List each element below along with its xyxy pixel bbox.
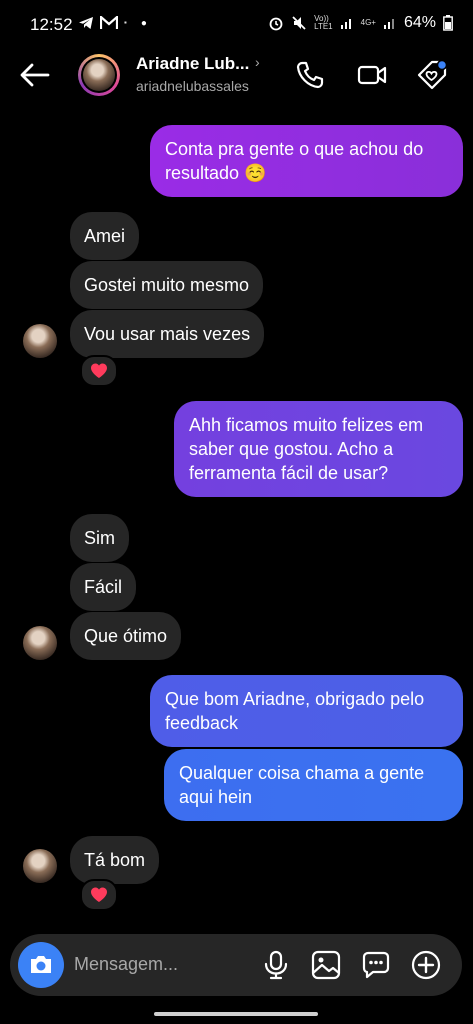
message-bubble-outgoing[interactable]: Conta pra gente o que achou do resultado… — [150, 125, 463, 197]
message-text: Fácil — [84, 577, 123, 597]
battery-percent: 64% — [403, 14, 436, 31]
message-bubble-incoming[interactable]: Vou usar mais vezes — [70, 310, 265, 358]
message-text: Gostei muito mesmo — [84, 275, 250, 295]
signal-icon — [340, 19, 351, 29]
message-bubble-incoming[interactable]: Gostei muito mesmo — [70, 261, 264, 309]
gallery-icon[interactable] — [310, 949, 342, 981]
chat-header: Ariadne Lub... › ariadnelubassales — [0, 50, 473, 100]
status-bar: 12:52 ▪ ● Vo)) LTE1 4G+ 64% — [0, 0, 473, 50]
heart-icon — [91, 887, 107, 902]
message-text: Vou usar mais vezes — [84, 324, 251, 344]
home-indicator[interactable] — [154, 1012, 318, 1016]
chevron-right-icon[interactable]: › — [255, 54, 260, 70]
lte-label: LTE1 — [314, 22, 333, 31]
message-text: Que bom Ariadne, obrigado pelo feedback — [165, 689, 425, 733]
sticker-icon[interactable] — [360, 949, 392, 981]
message-bubble-outgoing[interactable]: Que bom Ariadne, obrigado pelo feedback — [150, 675, 463, 747]
heart-icon — [91, 363, 107, 378]
mute-icon — [292, 16, 306, 30]
contact-avatar[interactable] — [23, 324, 57, 358]
message-bubble-outgoing[interactable]: Ahh ficamos muito felizes em saber que g… — [174, 401, 463, 497]
camera-button[interactable] — [18, 942, 64, 988]
heart-reaction[interactable] — [80, 879, 118, 911]
contact-name[interactable]: Ariadne Lub... — [136, 54, 249, 74]
video-icon[interactable] — [356, 59, 388, 91]
message-composer: Mensagem... — [10, 934, 462, 996]
contact-username[interactable]: ariadnelubassales — [136, 78, 249, 94]
phone-icon[interactable] — [294, 59, 326, 91]
message-text: Qualquer coisa chama a gente aqui hein — [179, 763, 425, 807]
back-arrow-icon[interactable] — [18, 60, 52, 90]
profile-avatar[interactable] — [78, 54, 120, 96]
heart-reaction[interactable] — [80, 355, 118, 387]
message-bubble-incoming[interactable]: Tá bom — [70, 836, 160, 884]
message-text: Amei — [84, 226, 126, 246]
alarm-icon — [269, 17, 283, 31]
tag-icon[interactable] — [416, 59, 448, 91]
message-bubble-incoming[interactable]: Sim — [70, 514, 129, 562]
message-bubble-outgoing[interactable]: Qualquer coisa chama a gente aqui hein — [164, 749, 463, 821]
message-bubble-incoming[interactable]: Que ótimo — [70, 612, 182, 660]
message-text: Sim — [84, 528, 115, 548]
message-text: Que ótimo — [84, 626, 168, 646]
more-notifications-icon: ● — [140, 17, 147, 29]
mic-icon[interactable] — [260, 949, 292, 981]
message-text: Ahh ficamos muito felizes em saber que g… — [189, 415, 424, 483]
message-text: Conta pra gente o que achou do resultado… — [165, 139, 424, 183]
4g-label: 4G+ — [360, 18, 376, 27]
message-bubble-incoming[interactable]: Fácil — [70, 563, 137, 611]
telegram-icon — [79, 17, 93, 29]
signal-icon-2 — [383, 19, 394, 29]
contact-avatar[interactable] — [23, 849, 57, 883]
message-input[interactable]: Mensagem... — [74, 954, 178, 975]
status-time: 12:52 — [30, 15, 73, 34]
camera-icon — [31, 956, 51, 973]
message-text: Tá bom — [84, 850, 146, 870]
message-bubble-incoming[interactable]: Amei — [70, 212, 140, 260]
contact-avatar[interactable] — [23, 626, 57, 660]
notification-mini-icon: ▪ — [124, 18, 127, 27]
gmail-icon — [100, 16, 118, 29]
battery-icon — [443, 15, 453, 31]
plus-icon[interactable] — [410, 949, 442, 981]
